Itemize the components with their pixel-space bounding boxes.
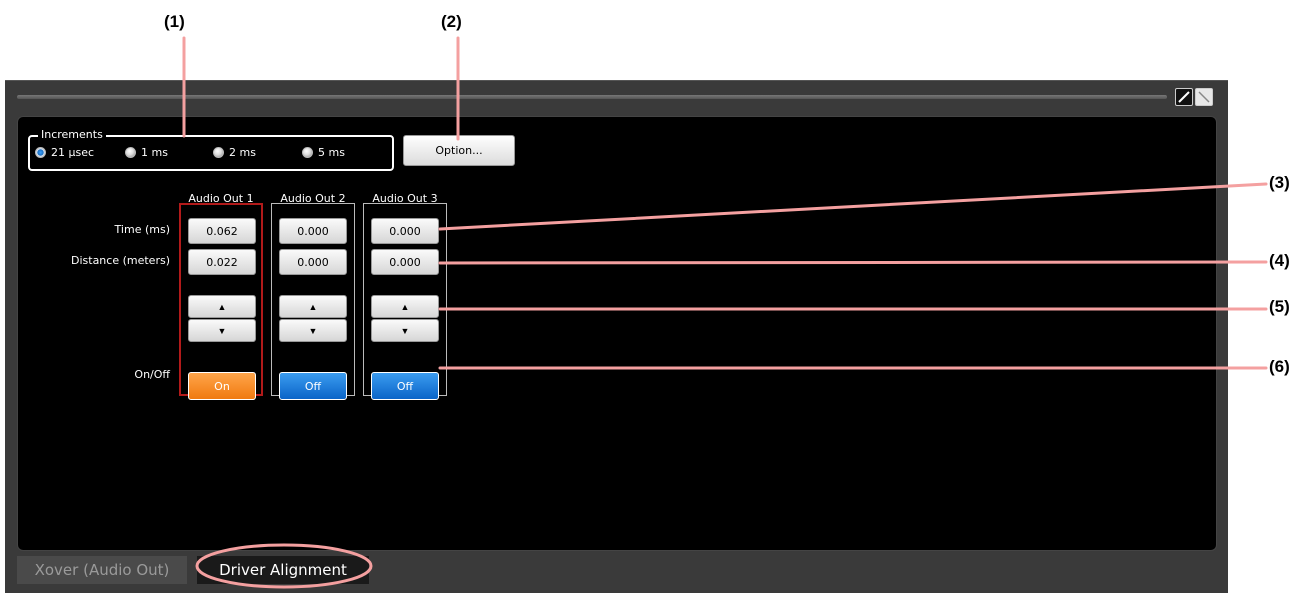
- radio-label: 21 μsec: [51, 146, 95, 159]
- onoff-button[interactable]: Off: [279, 372, 347, 400]
- radio-label: 1 ms: [141, 146, 168, 159]
- radio-icon: [302, 147, 313, 158]
- time-value-button[interactable]: 0.062: [188, 218, 256, 244]
- audio-out-3-column: 0.000 0.000 ▲ ▼ Off: [363, 203, 447, 400]
- radio-icon: [35, 147, 46, 158]
- radio-21usec[interactable]: 21 μsec: [35, 146, 94, 159]
- time-label: Time (ms): [114, 223, 170, 236]
- callout-5: (5): [1269, 297, 1290, 316]
- radio-icon: [213, 147, 224, 158]
- radio-5ms[interactable]: 5 ms: [302, 146, 345, 159]
- tab-driver-alignment[interactable]: Driver Alignment: [197, 556, 369, 584]
- audio-out-2-column: 0.000 0.000 ▲ ▼ Off: [271, 203, 355, 400]
- distance-value-button[interactable]: 0.000: [279, 249, 347, 275]
- radio-label: 5 ms: [318, 146, 345, 159]
- callout-1: (1): [164, 12, 185, 31]
- arrow-down-icon[interactable]: ▼: [279, 319, 347, 342]
- option-button[interactable]: Option...: [403, 135, 515, 166]
- onoff-label: On/Off: [134, 368, 170, 381]
- callout-6: (6): [1269, 357, 1290, 376]
- driver-alignment-window: Increments 21 μsec 1 ms 2 ms 5 ms Option…: [5, 80, 1228, 593]
- title-bar-grip[interactable]: [17, 95, 1167, 99]
- edit-pencil-icon[interactable]: [1175, 88, 1193, 106]
- callout-4: (4): [1269, 251, 1290, 270]
- distance-label: Distance (meters): [71, 254, 170, 267]
- arrow-up-icon[interactable]: ▲: [371, 295, 439, 318]
- radio-1ms[interactable]: 1 ms: [125, 146, 168, 159]
- arrow-up-icon[interactable]: ▲: [279, 295, 347, 318]
- distance-value-button[interactable]: 0.022: [188, 249, 256, 275]
- radio-label: 2 ms: [229, 146, 256, 159]
- radio-2ms[interactable]: 2 ms: [213, 146, 256, 159]
- tab-xover-audio-out[interactable]: Xover (Audio Out): [17, 556, 187, 584]
- increments-legend: Increments: [38, 128, 106, 141]
- onoff-button[interactable]: Off: [371, 372, 439, 400]
- time-value-button[interactable]: 0.000: [371, 218, 439, 244]
- callout-3: (3): [1269, 173, 1290, 192]
- arrow-down-icon[interactable]: ▼: [371, 319, 439, 342]
- onoff-button[interactable]: On: [188, 372, 256, 400]
- time-value-button[interactable]: 0.000: [279, 218, 347, 244]
- arrow-down-icon[interactable]: ▼: [188, 319, 256, 342]
- radio-icon: [125, 147, 136, 158]
- main-panel: Increments 21 μsec 1 ms 2 ms 5 ms Option…: [17, 116, 1217, 551]
- diagonal-resize-icon[interactable]: [1195, 88, 1213, 106]
- audio-out-1-column: 0.062 0.022 ▲ ▼ On: [179, 203, 263, 400]
- callout-2: (2): [441, 12, 462, 31]
- arrow-up-icon[interactable]: ▲: [188, 295, 256, 318]
- distance-value-button[interactable]: 0.000: [371, 249, 439, 275]
- increments-group: Increments 21 μsec 1 ms 2 ms 5 ms: [28, 128, 394, 171]
